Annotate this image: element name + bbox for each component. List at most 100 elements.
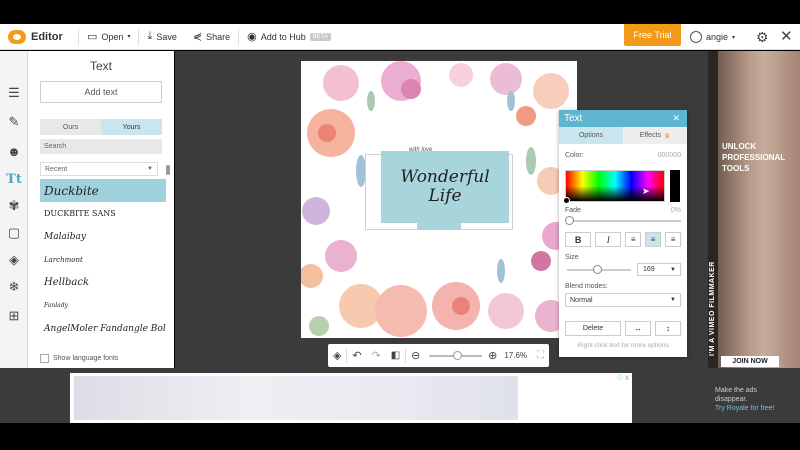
magic-wand-icon[interactable]: ✎ <box>4 112 24 132</box>
hub-label: Add to Hub <box>260 31 306 42</box>
beta-badge: BETA <box>309 32 331 41</box>
font-item[interactable]: Malaibay <box>40 225 166 248</box>
free-trial-button[interactable]: Free Trial <box>624 24 681 46</box>
redo-icon: ↷ <box>371 350 381 362</box>
add-text-button[interactable]: Add text <box>40 81 162 103</box>
undo-button[interactable]: ↶ <box>347 344 366 367</box>
font-item[interactable]: Larchmont <box>40 248 166 271</box>
italic-button[interactable]: I <box>595 232 622 247</box>
effects-label: Effects <box>639 132 661 139</box>
blend-label: Blend modes: <box>565 283 608 290</box>
fade-label: Fade <box>565 207 581 214</box>
font-list: Duckbite DUCKBITE SANS Malaibay Larchmon… <box>40 179 166 347</box>
flip-horizontal-button[interactable]: ↔ <box>625 321 651 336</box>
letterbox-top <box>0 0 800 24</box>
snowflake-themes-icon[interactable]: ❄ <box>4 277 24 297</box>
text-layer-handle[interactable] <box>417 221 461 230</box>
chevron-down-icon: ▾ <box>127 34 131 40</box>
texture-icon[interactable]: ◈ <box>4 250 24 270</box>
fullscreen-button[interactable]: ⛶ <box>532 344 549 367</box>
color-cursor-icon: ➤ <box>642 186 650 196</box>
close-icon[interactable]: ✕ <box>672 113 680 124</box>
adjust-sliders-icon[interactable]: ☰ <box>4 83 24 103</box>
ad-choices-icon[interactable]: ⓘ X <box>614 373 632 382</box>
font-search-input[interactable]: Search <box>40 139 162 154</box>
main-text-line2: Life <box>428 186 462 206</box>
zoom-in-button[interactable]: ⊕ <box>486 344 499 367</box>
font-filter-dropdown[interactable]: Recent ▼ <box>40 162 158 176</box>
redo-button[interactable]: ↷ <box>367 344 386 367</box>
open-label: Open <box>101 31 124 42</box>
size-row: Size <box>565 254 681 261</box>
font-item[interactable]: Hellback <box>40 271 166 294</box>
selected-text-layer[interactable]: Wonderful Life <box>381 151 509 223</box>
right-click-hint: Right-click text for more options. <box>577 342 671 349</box>
size-input[interactable]: 169 ▼ <box>637 263 681 276</box>
color-swatch[interactable] <box>670 170 680 202</box>
blend-mode-select[interactable]: Normal ▼ <box>565 293 681 307</box>
zoom-slider[interactable] <box>429 350 483 360</box>
compare-button[interactable]: ◧ <box>386 344 405 367</box>
save-icon: ⤓ <box>147 30 153 42</box>
collage-icon[interactable]: ⊞ <box>4 306 24 326</box>
compare-icon: ◧ <box>390 350 401 361</box>
font-item[interactable]: AngelMoler Fandangle Bold <box>40 317 166 340</box>
user-menu[interactable]: angie ▾ <box>690 24 735 50</box>
share-label: Share <box>206 31 231 42</box>
butterfly-graphics-icon[interactable]: ✾ <box>4 196 24 216</box>
align-center-button[interactable]: ≡ <box>645 232 662 247</box>
tab-ours[interactable]: Ours <box>40 119 101 135</box>
tab-options[interactable]: Options <box>559 127 623 144</box>
font-item[interactable]: DUCKBITE SANS <box>40 202 166 225</box>
layers-button[interactable]: ◈ <box>328 344 346 367</box>
picmonkey-logo-icon <box>8 29 26 44</box>
touch-up-face-icon[interactable]: ☻ <box>4 141 24 161</box>
side-advertisement[interactable]: UNLOCK PROFESSIONAL TOOLS I'M A VIMEO FI… <box>708 51 800 368</box>
color-hex-input[interactable]: 000000 <box>658 152 681 159</box>
gear-icon[interactable]: ⚙ <box>756 29 769 46</box>
join-now-button[interactable]: JOIN NOW <box>721 356 779 367</box>
align-right-button[interactable]: ≡ <box>665 232 682 247</box>
font-item[interactable]: Fanlady <box>40 294 166 317</box>
delete-button[interactable]: Delete <box>565 321 621 336</box>
app-logo[interactable]: Editor <box>0 29 78 44</box>
text-tool-icon[interactable]: Tt <box>4 169 24 189</box>
scroll-thumb[interactable] <box>166 165 170 175</box>
save-button[interactable]: ⤓ Save <box>139 24 184 49</box>
font-list-scrollbar[interactable] <box>166 162 170 352</box>
show-language-fonts[interactable]: Show language fonts <box>40 354 118 363</box>
language-fonts-label: Show language fonts <box>53 355 119 362</box>
share-button[interactable]: ⋞ Share <box>185 24 238 49</box>
save-label: Save <box>156 31 177 42</box>
bold-button[interactable]: B <box>565 232 592 247</box>
chevron-down-icon: ▾ <box>732 34 736 41</box>
language-fonts-checkbox[interactable] <box>40 354 49 363</box>
flip-vertical-icon: ↕ <box>666 324 670 333</box>
fade-slider[interactable] <box>567 220 681 222</box>
close-icon[interactable]: ✕ <box>780 27 793 45</box>
frame-icon[interactable]: ▢ <box>4 223 24 243</box>
ad-headline: UNLOCK PROFESSIONAL TOOLS <box>722 141 785 174</box>
design-canvas[interactable]: with love Wonderful Life <box>301 61 577 338</box>
zoom-slider-knob[interactable] <box>453 350 463 360</box>
fade-slider-knob[interactable] <box>565 216 574 225</box>
size-slider-knob[interactable] <box>593 265 602 274</box>
color-picker-gradient[interactable] <box>565 170 665 202</box>
layers-icon: ◈ <box>333 350 342 362</box>
zoom-out-button[interactable]: ⊖ <box>406 344 425 367</box>
chevron-down-icon: ▼ <box>670 266 676 273</box>
banner-ad[interactable]: ⓘ X <box>70 373 632 423</box>
open-button[interactable]: ▭ Open ▾ <box>79 24 138 49</box>
font-item[interactable]: Duckbite <box>40 179 166 202</box>
tab-effects[interactable]: Effects ♛ <box>623 127 687 144</box>
tab-yours[interactable]: Yours <box>101 119 162 135</box>
try-royale-link[interactable]: Try Royale for free! <box>715 404 775 413</box>
flip-vertical-button[interactable]: ↕ <box>655 321 681 336</box>
flip-horizontal-icon: ↔ <box>634 324 642 333</box>
align-left-button[interactable]: ≡ <box>625 232 642 247</box>
color-picker-knob[interactable] <box>563 197 570 204</box>
align-right-icon: ≡ <box>670 235 676 244</box>
zoom-in-icon: ⊕ <box>488 350 498 362</box>
size-value: 169 <box>643 266 655 273</box>
add-to-hub-button[interactable]: ◉ Add to Hub BETA <box>239 24 339 49</box>
